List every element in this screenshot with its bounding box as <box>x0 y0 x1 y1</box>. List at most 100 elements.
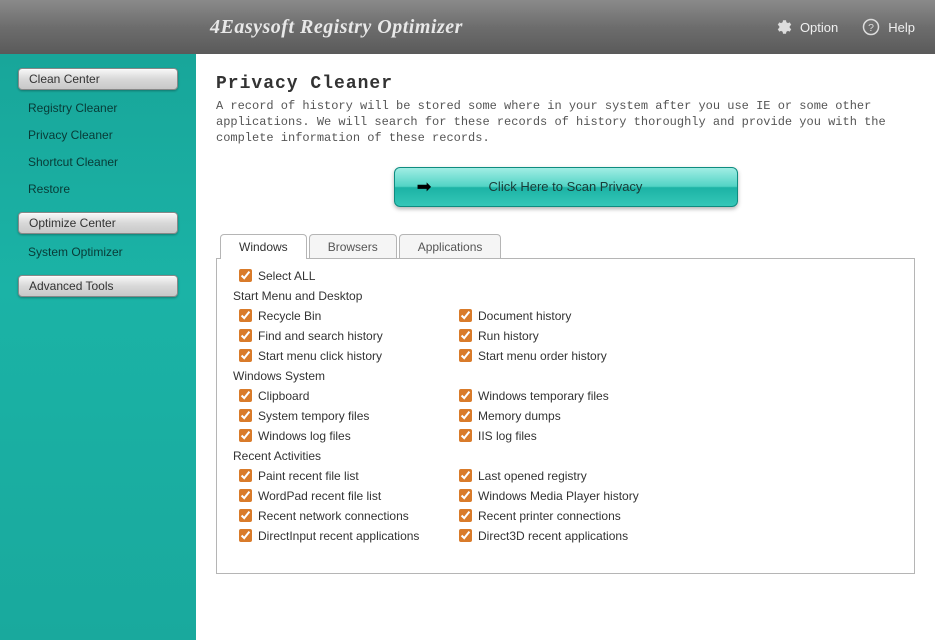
checkbox-2-1-1[interactable] <box>459 489 472 502</box>
check-item-1-1-1: Memory dumps <box>459 409 719 423</box>
checkbox-2-0-0[interactable] <box>239 469 252 482</box>
check-label: Start menu order history <box>478 349 607 363</box>
arrow-right-icon: ➡ <box>417 176 432 197</box>
check-item-0-2-1: Start menu order history <box>459 349 719 363</box>
checkbox-0-0-0[interactable] <box>239 309 252 322</box>
check-label: Document history <box>478 309 571 323</box>
check-label: WordPad recent file list <box>258 489 381 503</box>
svg-text:?: ? <box>868 22 874 34</box>
app-title: 4Easysoft Registry Optimizer <box>20 16 750 39</box>
gear-icon <box>774 18 792 36</box>
sidebar-item-registry-cleaner[interactable]: Registry Cleaner <box>18 96 178 120</box>
check-label: Find and search history <box>258 329 383 343</box>
tab-windows[interactable]: Windows <box>220 234 307 259</box>
check-item-0-0-1: Document history <box>459 309 719 323</box>
check-label: Start menu click history <box>258 349 382 363</box>
sidebar-item-system-optimizer[interactable]: System Optimizer <box>18 240 178 264</box>
sidebar: Clean Center Registry Cleaner Privacy Cl… <box>0 54 196 640</box>
check-label: Windows log files <box>258 429 351 443</box>
check-label: IIS log files <box>478 429 537 443</box>
select-all-label: Select ALL <box>258 269 315 283</box>
check-label: Recent printer connections <box>478 509 621 523</box>
check-item-2-2-0: Recent network connections <box>239 509 459 523</box>
checkbox-1-0-0[interactable] <box>239 389 252 402</box>
clean-center-button[interactable]: Clean Center <box>18 68 178 90</box>
checkbox-1-1-0[interactable] <box>239 409 252 422</box>
content-area: Privacy Cleaner A record of history will… <box>196 54 935 640</box>
header-bar: 4Easysoft Registry Optimizer Option ? He… <box>0 0 935 54</box>
check-item-0-2-0: Start menu click history <box>239 349 459 363</box>
check-label: Last opened registry <box>478 469 587 483</box>
check-label: Recent network connections <box>258 509 409 523</box>
advanced-tools-button[interactable]: Advanced Tools <box>18 275 178 297</box>
scan-button-label: Click Here to Scan Privacy <box>489 179 643 194</box>
check-item-2-0-0: Paint recent file list <box>239 469 459 483</box>
check-label: Direct3D recent applications <box>478 529 628 543</box>
checkbox-0-2-1[interactable] <box>459 349 472 362</box>
main-area: Clean Center Registry Cleaner Privacy Cl… <box>0 54 935 640</box>
help-button[interactable]: ? Help <box>862 18 915 36</box>
check-item-0-0-0: Recycle Bin <box>239 309 459 323</box>
checkbox-1-2-1[interactable] <box>459 429 472 442</box>
checkbox-2-3-0[interactable] <box>239 529 252 542</box>
scan-privacy-button[interactable]: ➡ Click Here to Scan Privacy <box>394 167 738 207</box>
check-item-2-1-1: Windows Media Player history <box>459 489 719 503</box>
check-grid: Clipboard Windows temporary files System t… <box>239 389 898 443</box>
check-label: Clipboard <box>258 389 309 403</box>
option-label: Option <box>800 20 838 35</box>
tab-applications[interactable]: Applications <box>399 234 502 259</box>
check-item-0-1-1: Run history <box>459 329 719 343</box>
check-label: Windows temporary files <box>478 389 609 403</box>
check-item-1-1-0: System tempory files <box>239 409 459 423</box>
sidebar-item-restore[interactable]: Restore <box>18 177 178 201</box>
check-item-1-2-1: IIS log files <box>459 429 719 443</box>
help-icon: ? <box>862 18 880 36</box>
check-item-2-3-1: Direct3D recent applications <box>459 529 719 543</box>
optimize-center-button[interactable]: Optimize Center <box>18 212 178 234</box>
help-label: Help <box>888 20 915 35</box>
group-header: Recent Activities <box>233 449 898 463</box>
checkbox-2-0-1[interactable] <box>459 469 472 482</box>
check-grid: Recycle Bin Document history Find and sear… <box>239 309 898 363</box>
checkbox-2-3-1[interactable] <box>459 529 472 542</box>
checkbox-1-0-1[interactable] <box>459 389 472 402</box>
page-description: A record of history will be stored some … <box>216 98 915 147</box>
check-item-1-0-0: Clipboard <box>239 389 459 403</box>
page-title: Privacy Cleaner <box>216 74 915 94</box>
checkbox-2-1-0[interactable] <box>239 489 252 502</box>
tabs-container: Windows Browsers Applications Select ALL… <box>216 233 915 574</box>
sidebar-item-shortcut-cleaner[interactable]: Shortcut Cleaner <box>18 150 178 174</box>
checkbox-0-2-0[interactable] <box>239 349 252 362</box>
checkbox-0-0-1[interactable] <box>459 309 472 322</box>
checkbox-0-1-0[interactable] <box>239 329 252 342</box>
check-item-1-2-0: Windows log files <box>239 429 459 443</box>
check-label: System tempory files <box>258 409 369 423</box>
check-grid: Paint recent file list Last opened regist… <box>239 469 898 543</box>
check-label: Paint recent file list <box>258 469 359 483</box>
checkbox-1-2-0[interactable] <box>239 429 252 442</box>
check-label: Run history <box>478 329 539 343</box>
check-item-0-1-0: Find and search history <box>239 329 459 343</box>
check-label: Windows Media Player history <box>478 489 639 503</box>
check-item-2-0-1: Last opened registry <box>459 469 719 483</box>
option-button[interactable]: Option <box>774 18 838 36</box>
checkbox-0-1-1[interactable] <box>459 329 472 342</box>
checkbox-2-2-1[interactable] <box>459 509 472 522</box>
check-item-2-3-0: DirectInput recent applications <box>239 529 459 543</box>
checkbox-1-1-1[interactable] <box>459 409 472 422</box>
checkbox-select-all[interactable] <box>239 269 252 282</box>
check-label: Recycle Bin <box>258 309 321 323</box>
tab-strip: Windows Browsers Applications <box>220 233 915 258</box>
check-label: DirectInput recent applications <box>258 529 419 543</box>
group-header: Start Menu and Desktop <box>233 289 898 303</box>
tab-browsers[interactable]: Browsers <box>309 234 397 259</box>
tab-panel-windows[interactable]: Select ALL Start Menu and Desktop Recycle … <box>216 258 915 574</box>
check-item-2-2-1: Recent printer connections <box>459 509 719 523</box>
check-item-1-0-1: Windows temporary files <box>459 389 719 403</box>
sidebar-item-privacy-cleaner[interactable]: Privacy Cleaner <box>18 123 178 147</box>
checkbox-2-2-0[interactable] <box>239 509 252 522</box>
group-header: Windows System <box>233 369 898 383</box>
check-item-2-1-0: WordPad recent file list <box>239 489 459 503</box>
check-label: Memory dumps <box>478 409 561 423</box>
select-all-row: Select ALL <box>233 269 898 283</box>
